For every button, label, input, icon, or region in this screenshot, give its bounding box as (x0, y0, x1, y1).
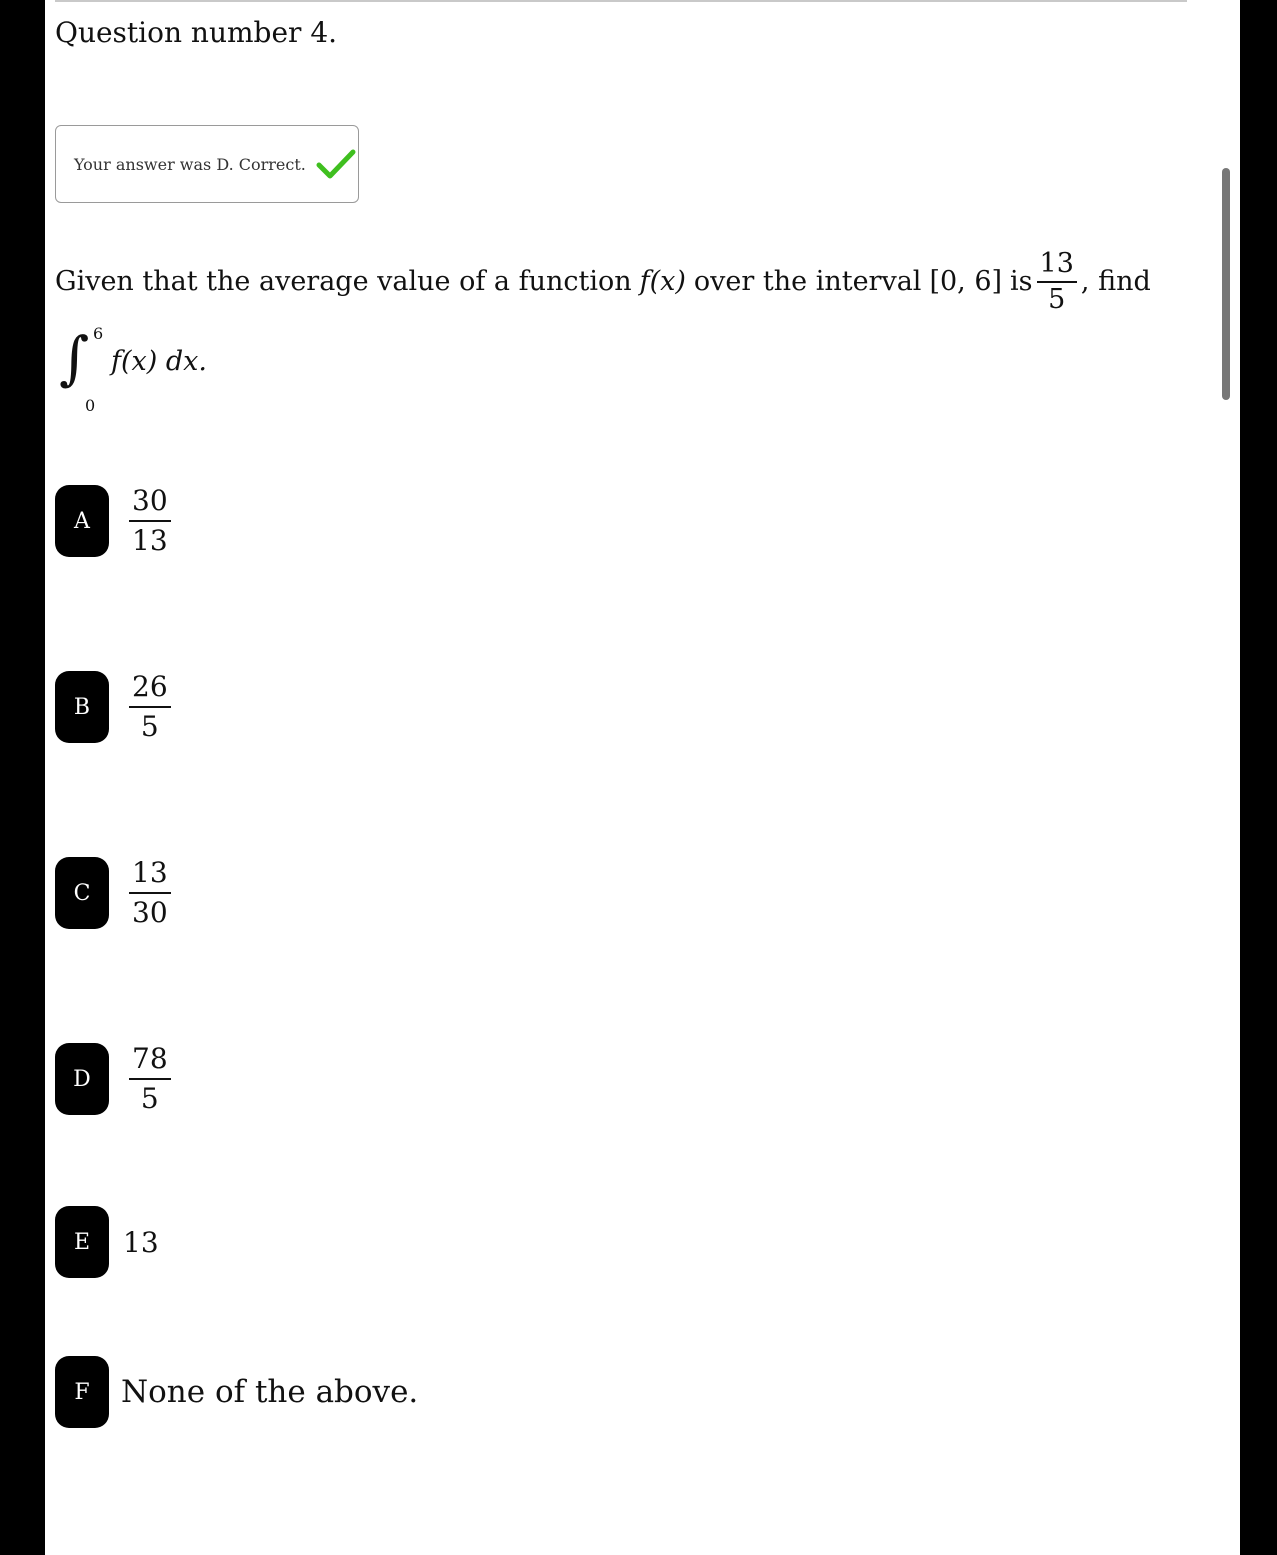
top-divider (55, 0, 1187, 2)
choice-numerator: 13 (132, 856, 168, 889)
integral-lower-limit: 0 (85, 396, 96, 415)
choice-fraction: 13 30 (129, 854, 171, 932)
choice-badge[interactable]: E (55, 1206, 109, 1278)
choice-badge[interactable]: B (55, 671, 109, 743)
choice-fraction: 78 5 (129, 1040, 171, 1118)
choice-fraction: 30 13 (129, 482, 171, 560)
scrollbar-thumb[interactable] (1222, 168, 1230, 400)
choice-d[interactable]: D 78 5 (55, 1040, 175, 1118)
feedback-box: Your answer was D. Correct. (55, 125, 359, 203)
question-line-1: Given that the average value of a functi… (55, 232, 1151, 332)
choice-numerator: 78 (132, 1042, 168, 1075)
choice-denominator: 5 (140, 1082, 159, 1115)
integral-symbol: ∫ 6 0 (55, 314, 104, 415)
average-value-numerator: 13 (1039, 248, 1074, 279)
choice-text: None of the above. (121, 1374, 419, 1410)
check-icon (316, 147, 356, 181)
feedback-text: Your answer was D. Correct. (74, 154, 306, 174)
choice-badge[interactable]: D (55, 1043, 109, 1115)
average-value-fraction: 13 5 (1036, 247, 1077, 317)
choice-b[interactable]: B 26 5 (55, 668, 175, 746)
choice-badge[interactable]: F (55, 1356, 109, 1428)
average-value-denominator: 5 (1048, 284, 1066, 315)
choice-numerator: 26 (132, 670, 168, 703)
function-expression: f(x) (639, 266, 686, 297)
prompt-text-is: is (1010, 266, 1033, 297)
choice-denominator: 5 (140, 710, 159, 743)
prompt-text-1: Given that the average value of a functi… (55, 266, 632, 297)
prompt-text-find: , find (1080, 266, 1151, 297)
choice-e[interactable]: E 13 (55, 1206, 159, 1278)
integrand: f(x) dx. (111, 346, 207, 377)
choice-text: 13 (123, 1225, 159, 1259)
integral-upper-limit: 6 (93, 324, 104, 343)
choice-badge[interactable]: C (55, 857, 109, 929)
choice-a[interactable]: A 30 13 (55, 482, 175, 560)
choice-f[interactable]: F None of the above. (55, 1356, 418, 1428)
question-page: Question number 4. Your answer was D. Co… (45, 0, 1240, 1555)
interval-expression: [0, 6] (929, 266, 1003, 297)
question-line-2: ∫ 6 0 f(x) dx. (55, 314, 207, 415)
choice-numerator: 30 (132, 484, 168, 517)
choice-fraction: 26 5 (129, 668, 171, 746)
choice-badge[interactable]: A (55, 485, 109, 557)
choice-denominator: 13 (132, 524, 168, 557)
question-number: Question number 4. (55, 16, 338, 49)
prompt-text-2: over the interval (693, 266, 922, 297)
choice-c[interactable]: C 13 30 (55, 854, 175, 932)
choice-denominator: 30 (132, 896, 168, 929)
